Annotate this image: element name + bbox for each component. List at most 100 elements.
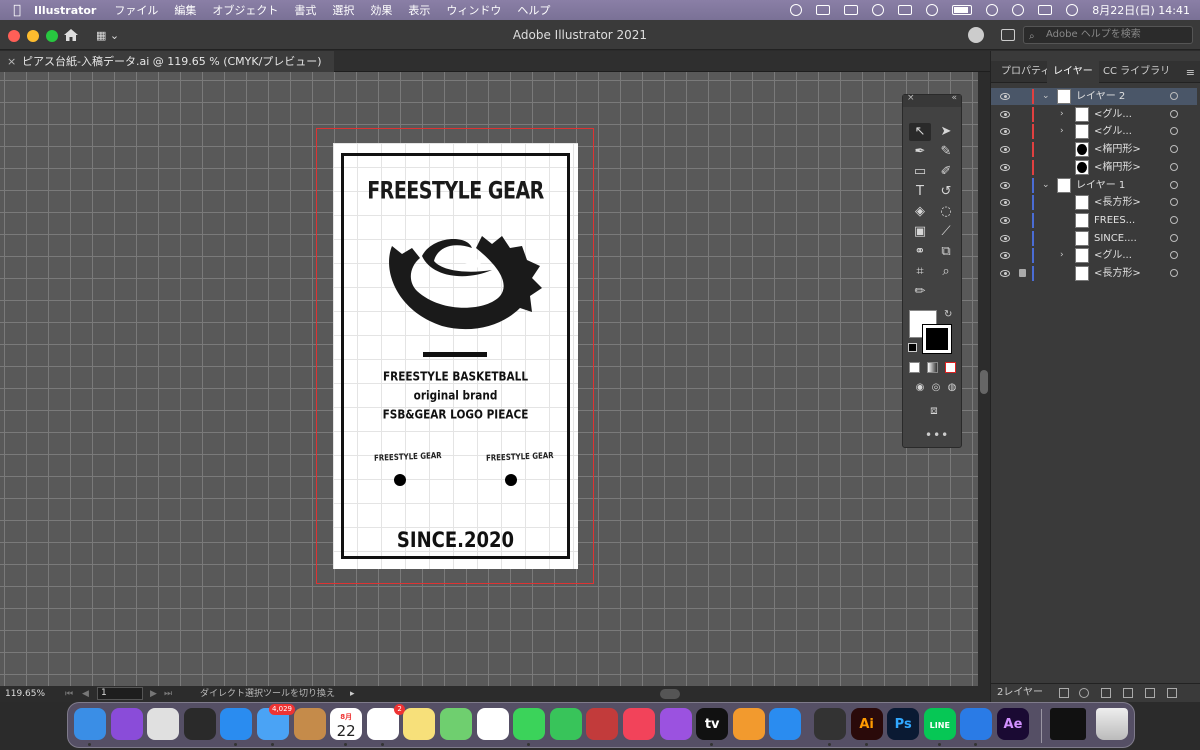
target-icon[interactable] — [1170, 180, 1178, 189]
curvature-tool-icon[interactable]: ✎ — [935, 143, 957, 161]
target-icon[interactable] — [1170, 162, 1178, 171]
panel-toggle-icon[interactable] — [1001, 29, 1015, 41]
menu-view[interactable]: 表示 — [408, 2, 430, 18]
messages-icon[interactable] — [513, 708, 546, 740]
type-tool-icon[interactable]: T — [909, 183, 931, 201]
display-icon[interactable] — [844, 5, 859, 15]
close-tab-icon[interactable]: × — [7, 51, 16, 72]
small-logo-left[interactable]: FREESTYLE GEAR — [374, 451, 442, 463]
dropbox-status-icon[interactable] — [816, 5, 831, 15]
zoom-field[interactable]: 119.65% — [5, 686, 60, 702]
minimized-window-icon[interactable] — [1050, 708, 1086, 740]
artboard-tool-icon[interactable]: ⌗ — [909, 263, 931, 281]
gradient-tool-icon[interactable]: ▣ — [909, 223, 931, 241]
line-status-icon[interactable] — [872, 4, 885, 16]
tools-collapse-icon[interactable]: « — [951, 93, 957, 103]
menu-help[interactable]: ヘルプ — [517, 2, 550, 18]
gradient-mode-icon[interactable] — [927, 362, 938, 373]
first-artboard-icon[interactable]: ⏮ — [65, 686, 73, 702]
layer-label[interactable]: <楕円形> — [1094, 159, 1141, 176]
pen-tool-icon[interactable]: ✒ — [909, 143, 931, 161]
direct-selection-tool-icon[interactable]: ➤ — [935, 123, 957, 141]
rectangle-tool-icon[interactable]: ▭ — [909, 163, 931, 181]
lasso-tool-icon[interactable]: ◌ — [935, 203, 957, 221]
siri-menu-icon[interactable] — [1066, 4, 1079, 16]
input-source-icon[interactable] — [898, 5, 913, 15]
control-center-icon[interactable] — [1038, 5, 1053, 15]
mission-control-icon[interactable] — [183, 708, 216, 740]
brand-line-2[interactable]: original brand — [344, 389, 567, 403]
screen-mode-icon[interactable]: ⧈ — [923, 401, 945, 419]
selection-tool-icon[interactable]: ↖ — [909, 123, 931, 141]
battery-icon[interactable] — [952, 5, 973, 15]
visibility-eye-icon[interactable] — [1000, 234, 1010, 242]
after-effects-icon[interactable]: Ae — [997, 708, 1029, 740]
shape-builder-tool-icon[interactable]: ⧉ — [935, 243, 957, 261]
clipping-mask-icon[interactable] — [1101, 688, 1111, 698]
blend-tool-icon[interactable]: ⚭ — [909, 243, 931, 261]
tools-panel-header[interactable]: × « — [903, 93, 961, 107]
visibility-eye-icon[interactable] — [1000, 181, 1010, 189]
lock-icon[interactable] — [1019, 269, 1026, 277]
stroke-swatch[interactable] — [922, 324, 952, 354]
visibility-eye-icon[interactable] — [1000, 199, 1010, 207]
draw-inside-icon[interactable]: ◍ — [941, 379, 963, 397]
sublayer-row[interactable]: <楕円形> — [991, 141, 1197, 158]
layer-label[interactable]: <楕円形> — [1094, 141, 1141, 158]
notes-icon[interactable] — [403, 708, 436, 740]
sublayer-row[interactable]: <長方形> — [991, 265, 1197, 282]
layer-label[interactable]: レイヤー 2 — [1076, 88, 1125, 105]
chevron-down-icon[interactable]: ⌄ — [1042, 177, 1050, 194]
creative-cloud-icon[interactable] — [790, 4, 803, 16]
user-account-icon[interactable] — [968, 27, 984, 43]
layer-label[interactable]: <グル... — [1094, 106, 1132, 123]
layer-label[interactable]: <グル... — [1094, 247, 1132, 264]
sublayer-row[interactable]: <長方形> — [991, 194, 1197, 211]
visibility-eye-icon[interactable] — [1000, 128, 1010, 136]
sublayer-row[interactable]: › <グル... — [991, 106, 1197, 123]
new-layer-icon[interactable] — [1145, 688, 1155, 698]
layer-label[interactable]: SINCE.... — [1094, 230, 1137, 247]
reminders-icon[interactable]: 2 — [366, 704, 405, 740]
target-icon[interactable] — [1170, 198, 1178, 207]
contacts-icon[interactable] — [293, 708, 326, 740]
panel-menu-icon[interactable]: ≡ — [1186, 66, 1195, 79]
music-icon[interactable] — [623, 708, 655, 740]
delete-layer-icon[interactable] — [1167, 688, 1177, 698]
ellipse-right[interactable] — [505, 474, 517, 486]
target-icon[interactable] — [1170, 215, 1178, 224]
dropbox-icon[interactable] — [960, 708, 993, 740]
target-icon[interactable] — [1170, 269, 1178, 277]
layer-label[interactable]: <長方形> — [1094, 265, 1141, 282]
artboard-number-field[interactable]: 1 — [97, 687, 143, 700]
safari-icon[interactable] — [220, 708, 253, 740]
photos-icon[interactable] — [476, 708, 509, 740]
wifi-icon[interactable] — [986, 4, 999, 16]
sublayer-row[interactable]: › <グル... — [991, 123, 1197, 140]
visibility-eye-icon[interactable] — [1000, 163, 1010, 171]
next-artboard-icon[interactable]: ▶ — [150, 686, 157, 702]
garageband-icon[interactable] — [814, 708, 846, 740]
books-icon[interactable] — [732, 708, 765, 740]
menu-type[interactable]: 書式 — [294, 2, 316, 18]
layer-label[interactable]: <グル... — [1094, 123, 1132, 140]
layer-row[interactable]: ⌄ レイヤー 2 — [991, 88, 1197, 105]
eraser-tool-icon[interactable]: ◈ — [909, 203, 931, 221]
chevron-down-icon[interactable]: ⌄ — [1042, 88, 1050, 105]
chevron-right-icon[interactable]: › — [1060, 106, 1064, 123]
target-icon[interactable] — [1170, 233, 1178, 242]
more-tools-icon[interactable]: ••• — [925, 428, 949, 442]
layer-label[interactable]: レイヤー 1 — [1076, 177, 1125, 194]
artwork-frame[interactable]: FREESTYLE GEAR FREESTYLE BASKETBALL orig… — [341, 153, 570, 559]
spotlight-icon[interactable] — [1012, 4, 1025, 16]
tv-icon[interactable]: tv — [696, 708, 729, 740]
layer-label[interactable]: FREES... — [1094, 212, 1135, 229]
brand-line-1[interactable]: FREESTYLE BASKETBALL — [344, 370, 567, 384]
line-icon[interactable]: LINE — [923, 708, 956, 740]
bluetooth-icon[interactable] — [926, 4, 939, 16]
menu-object[interactable]: オブジェクト — [212, 2, 278, 18]
photo-booth-icon[interactable] — [586, 708, 619, 740]
edit-toolbar-icon[interactable]: ✏ — [909, 283, 931, 301]
status-menu-icon[interactable]: ▸ — [350, 686, 355, 702]
visibility-eye-icon[interactable] — [1000, 110, 1010, 118]
